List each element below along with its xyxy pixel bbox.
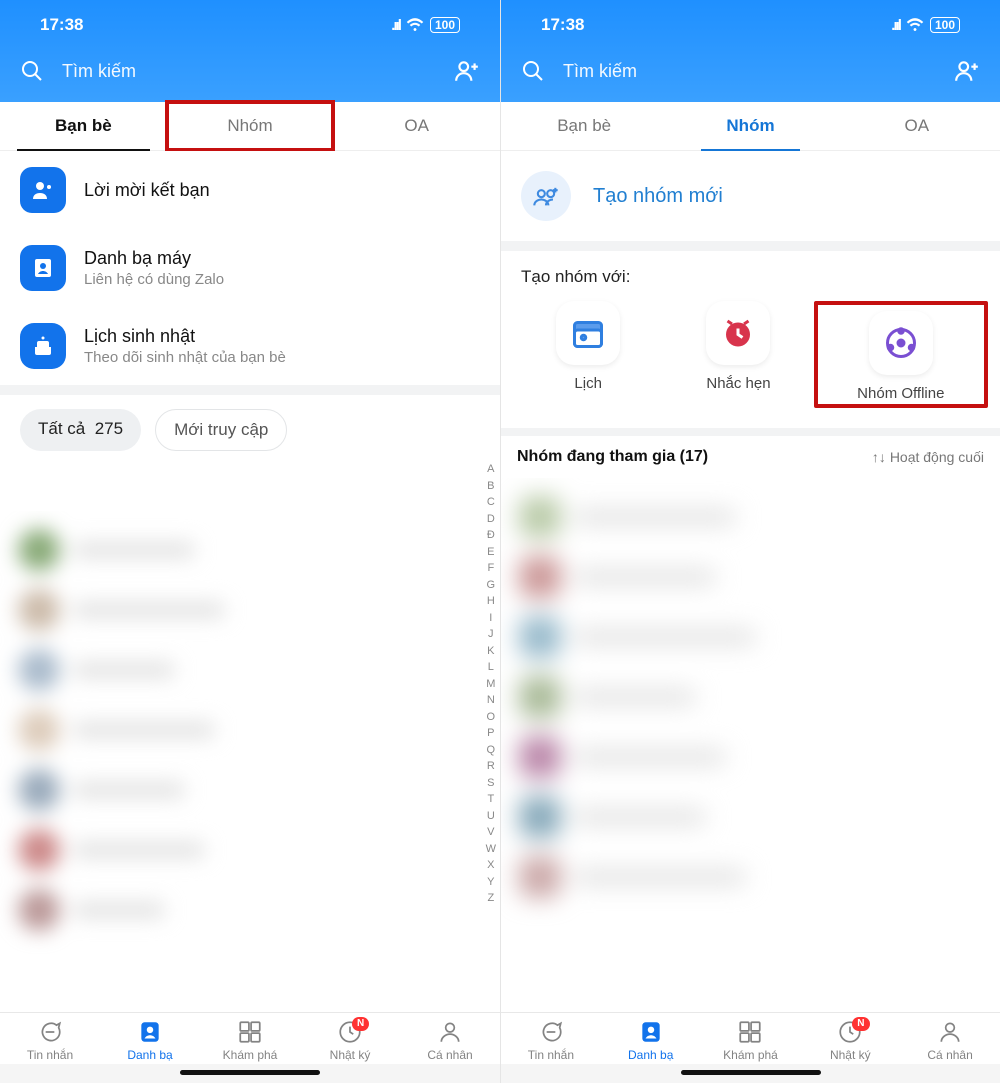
home-indicator (681, 1070, 821, 1075)
item-title: Danh bạ máy (84, 248, 224, 269)
add-friend-icon[interactable] (454, 58, 480, 84)
nav-diary[interactable]: NNhật ký (300, 1019, 400, 1062)
highlight-offline-group: Nhóm Offline (814, 301, 988, 408)
status-icons: .ııl 100 (891, 16, 960, 34)
sort-button[interactable]: ↑↓Hoạt động cuối (872, 449, 984, 465)
discover-icon (237, 1019, 263, 1045)
battery-icon: 100 (930, 17, 960, 33)
content-right: Tạo nhóm mới Tạo nhóm với: Lịch Nhắc hẹn… (501, 151, 1000, 1012)
phone-left: 17:38 .ııl 100 Tìm kiếm Bạn bè Nhóm OA L… (0, 0, 500, 1083)
search-placeholder: Tìm kiếm (563, 61, 936, 82)
item-title: Lời mời kết bạn (84, 180, 210, 201)
nav-messages[interactable]: Tin nhắn (0, 1019, 100, 1062)
tab-oa[interactable]: OA (333, 102, 500, 150)
nav-contacts[interactable]: Danh bạ (100, 1019, 200, 1062)
add-friend-icon[interactable] (954, 58, 980, 84)
blurred-contact-list (0, 511, 500, 1012)
content-left: Lời mời kết bạn Danh bạ máy Liên hệ có dù… (0, 151, 500, 1012)
message-icon (37, 1019, 63, 1045)
create-group[interactable]: Tạo nhóm mới (501, 151, 1000, 241)
header: 17:38 .ııl 100 Tìm kiếm (501, 0, 1000, 102)
search-bar[interactable]: Tìm kiếm (501, 46, 1000, 102)
item-friend-requests[interactable]: Lời mời kết bạn (0, 151, 500, 229)
nav-messages[interactable]: Tin nhắn (501, 1019, 601, 1062)
filter-recent[interactable]: Mới truy cập (155, 409, 287, 451)
filter-row: Tất cả 275 Mới truy cập (0, 395, 500, 465)
tab-groups[interactable]: Nhóm (667, 102, 833, 150)
badge: N (852, 1017, 869, 1031)
item-title: Lịch sinh nhật (84, 326, 286, 347)
divider (501, 241, 1000, 251)
create-with-label: Tạo nhóm với: (501, 251, 1000, 295)
header: 17:38 .ııl 100 Tìm kiếm (0, 0, 500, 102)
nav-me[interactable]: Cá nhân (400, 1019, 500, 1062)
tab-groups[interactable]: Nhóm (167, 102, 334, 150)
tab-bar: Bạn bè Nhóm OA (501, 102, 1000, 151)
friend-requests-icon (20, 167, 66, 213)
joined-groups-header: Nhóm đang tham gia (17) ↑↓Hoạt động cuối (501, 428, 1000, 478)
blurred-group-list (501, 478, 1000, 1012)
tab-friends[interactable]: Bạn bè (0, 102, 167, 150)
item-sub: Theo dõi sinh nhật của bạn bè (84, 349, 286, 366)
search-bar[interactable]: Tìm kiếm (0, 46, 500, 102)
status-bar: 17:38 .ııl 100 (501, 0, 1000, 46)
contacts-icon (137, 1019, 163, 1045)
status-icons: .ııl 100 (391, 16, 460, 34)
search-icon (521, 59, 545, 83)
signal-icon: .ııl (391, 17, 400, 34)
tab-oa[interactable]: OA (834, 102, 1000, 150)
alarm-icon (706, 301, 770, 365)
nav-discover[interactable]: Khám phá (200, 1019, 300, 1062)
profile-icon (437, 1019, 463, 1045)
item-phone-contacts[interactable]: Danh bạ máy Liên hệ có dùng Zalo (0, 229, 500, 307)
nav-discover[interactable]: Khám phá (701, 1019, 801, 1062)
tile-row: Lịch Nhắc hẹn Nhóm Offline (501, 295, 1000, 428)
tab-bar: Bạn bè Nhóm OA (0, 102, 500, 151)
contacts-icon (20, 245, 66, 291)
contacts-icon (638, 1019, 664, 1045)
tile-calendar[interactable]: Lịch (513, 301, 663, 408)
badge: N (352, 1017, 369, 1031)
sort-icon: ↑↓ (872, 449, 886, 465)
nav-diary[interactable]: NNhật ký (800, 1019, 900, 1062)
wifi-icon (906, 16, 924, 34)
create-group-label: Tạo nhóm mới (593, 185, 723, 208)
clock: 17:38 (541, 15, 584, 35)
signal-icon: .ııl (891, 17, 900, 34)
message-icon (538, 1019, 564, 1045)
tile-reminder[interactable]: Nhắc hẹn (663, 301, 813, 408)
wifi-icon (406, 16, 424, 34)
offline-group-icon (869, 311, 933, 375)
clock: 17:38 (40, 15, 83, 35)
item-sub: Liên hệ có dùng Zalo (84, 271, 224, 288)
birthday-icon (20, 323, 66, 369)
phone-right: 17:38 .ııl 100 Tìm kiếm Bạn bè Nhóm OA T… (500, 0, 1000, 1083)
home-indicator (180, 1070, 320, 1075)
tile-offline-group[interactable]: Nhóm Offline (826, 311, 976, 402)
nav-me[interactable]: Cá nhân (900, 1019, 1000, 1062)
joined-groups-label: Nhóm đang tham gia (17) (517, 448, 708, 466)
search-icon (20, 59, 44, 83)
filter-all[interactable]: Tất cả 275 (20, 409, 141, 451)
search-placeholder: Tìm kiếm (62, 61, 436, 82)
profile-icon (937, 1019, 963, 1045)
bottom-nav: Tin nhắn Danh bạ Khám phá NNhật ký Cá nh… (0, 1012, 500, 1064)
nav-contacts[interactable]: Danh bạ (601, 1019, 701, 1062)
create-group-icon (521, 171, 571, 221)
divider (0, 385, 500, 395)
discover-icon (737, 1019, 763, 1045)
item-birthdays[interactable]: Lịch sinh nhật Theo dõi sinh nhật của bạn… (0, 307, 500, 385)
tab-friends[interactable]: Bạn bè (501, 102, 667, 150)
status-bar: 17:38 .ııl 100 (0, 0, 500, 46)
calendar-icon (556, 301, 620, 365)
bottom-nav: Tin nhắn Danh bạ Khám phá NNhật ký Cá nh… (501, 1012, 1000, 1064)
battery-icon: 100 (430, 17, 460, 33)
